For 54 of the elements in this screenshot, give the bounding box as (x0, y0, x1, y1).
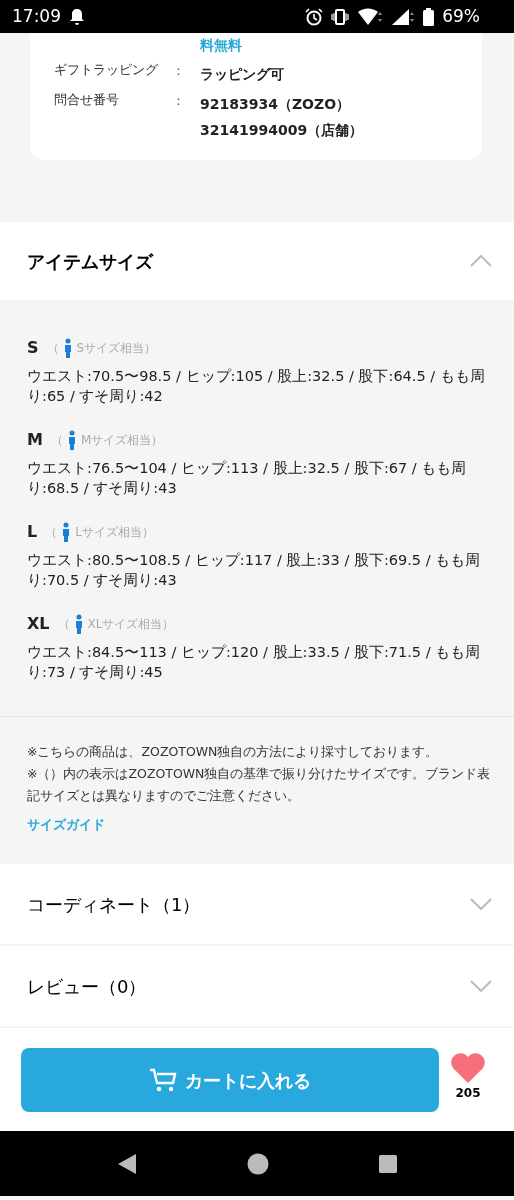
size-label: XL (27, 613, 50, 635)
paren-text: ） (162, 616, 175, 633)
shipping-fee-text: 料無料 (200, 37, 242, 53)
chevron-down-icon (470, 898, 492, 910)
chevron-up-icon (470, 255, 492, 267)
signal-icon (391, 7, 416, 26)
field-value: 92183934（ZOZO） (200, 96, 351, 112)
person-icon (66, 430, 77, 450)
paren-text: （ (50, 432, 63, 449)
wifi-icon (357, 7, 384, 26)
vibrate-icon (331, 8, 350, 25)
measurements-text: ウエスト:84.5〜113 / ヒップ:120 / 股上:33.5 / 股下:71.5 / もも周り:73 / すそ周り:45 (27, 643, 482, 682)
size-equivalent-text: XLサイズ相当 (87, 616, 163, 633)
heart-icon (450, 1052, 486, 1084)
paren-text: ） (141, 524, 154, 541)
person-icon (73, 614, 84, 634)
accordion-header[interactable]: レビュー（0） (0, 946, 514, 1026)
note-text: ※こちらの商品は、ZOZOTOWN独自の方法により採寸しております。 (27, 743, 440, 761)
person-icon (61, 522, 72, 542)
field-value: 32141994009（店舗） (200, 122, 364, 138)
size-equivalent-text: Mサイズ相当 (80, 432, 152, 449)
size-equivalent-text: Lサイズ相当 (75, 524, 142, 541)
back-icon[interactable] (117, 1152, 137, 1175)
accordion-header[interactable]: コーディネート（1） (0, 864, 514, 944)
notification-bell-icon (69, 7, 85, 26)
battery-percent-text: 69% (442, 4, 480, 28)
measurements-text: ウエスト:70.5〜98.5 / ヒップ:105 / 股上:32.5 / 股下:64.5 / もも周り:65 / すそ周り:42 (27, 367, 486, 406)
chevron-down-icon (470, 980, 492, 992)
separator-text: ： (172, 63, 185, 78)
size-label: M (27, 429, 43, 451)
paren-text: ） (151, 432, 164, 449)
size-label: L (27, 521, 38, 543)
recent-apps-icon[interactable] (379, 1154, 397, 1173)
field-label: ギフトラッピング (54, 62, 158, 77)
size-label: S (27, 337, 39, 359)
clock-text: 17:09 (12, 4, 61, 28)
paren-text: （ (57, 616, 70, 633)
battery-icon (423, 7, 435, 26)
field-value: ラッピング可 (200, 66, 284, 82)
note-text: ※（）内の表示はZOZOTOWN独自の基準で振り分けたサイズです。ブランド表記サイズとは異なりますのでご注意ください。 (27, 765, 492, 805)
favorite-button[interactable]: 205 (440, 1052, 496, 1102)
paren-text: （ (46, 340, 59, 357)
field-label: 問合せ番号 (54, 92, 119, 107)
cart-icon (149, 1067, 177, 1093)
home-icon[interactable] (247, 1152, 269, 1175)
measurements-text: ウエスト:76.5〜104 / ヒップ:113 / 股上:32.5 / 股下:67 / もも周り:68.5 / すそ周り:43 (27, 459, 468, 498)
person-icon (62, 338, 73, 358)
alarm-icon (305, 7, 324, 26)
section-header[interactable]: アイテムサイズ (0, 222, 514, 300)
paren-text: ） (144, 340, 157, 357)
measurements-text: ウエスト:80.5〜108.5 / ヒップ:117 / 股上:33 / 股下:69.5 / もも周り:70.5 / すそ周り:43 (27, 551, 482, 590)
paren-text: （ (45, 524, 58, 541)
separator-text: ： (172, 93, 185, 108)
size-equivalent-text: Sサイズ相当 (76, 340, 145, 357)
